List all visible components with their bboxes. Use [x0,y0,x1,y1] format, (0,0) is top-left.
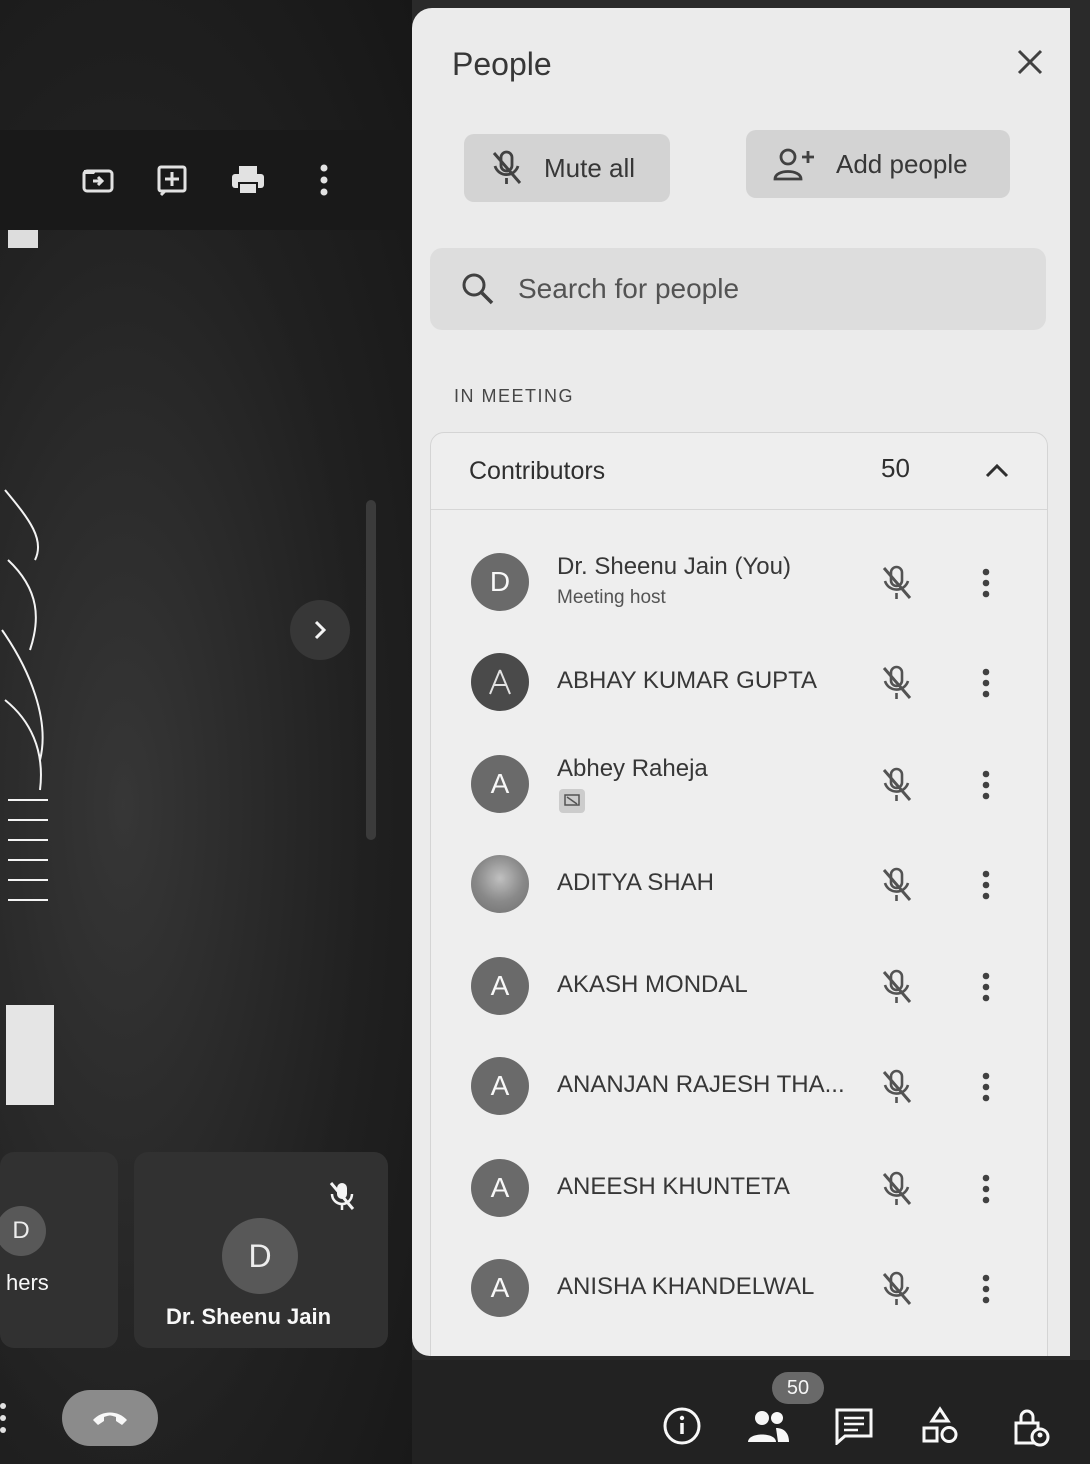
mic-off-icon [328,1180,356,1217]
list-item[interactable]: A ANEESH KHUNTETA [431,1139,1047,1239]
close-icon[interactable] [1010,42,1050,82]
avatar: A [471,1259,529,1317]
person-name: ANANJAN RAJESH THA... [557,1071,845,1098]
person-name: Dr. Sheenu Jain (You) [557,553,791,580]
list-item[interactable]: A ANISHA KHANDELWAL [431,1239,1047,1339]
stage-scrollbar[interactable] [366,500,376,840]
host-controls-icon[interactable] [1006,1402,1054,1450]
tile-name: hers [6,1270,49,1295]
list-item[interactable]: A AKASH MONDAL [431,937,1047,1037]
avatar: D [471,553,529,611]
more-options-icon[interactable] [0,1398,10,1438]
person-name: ANISHA KHANDELWAL [557,1273,815,1300]
add-to-board-icon[interactable] [150,160,194,200]
avatar: A [471,957,529,1015]
mic-off-icon [875,863,919,907]
person-name: ABHAY KUMAR GUPTA [557,667,818,694]
person-name: Abhey Raheja [557,755,708,782]
shared-drawing-lines [1,489,48,901]
leave-call-button[interactable] [62,1390,158,1446]
mute-all-button[interactable]: Mute all [464,134,670,202]
add-people-button[interactable]: Add people [746,130,1010,198]
person-name: ADITYA SHAH [557,869,714,896]
add-people-label: Add people [836,148,968,179]
mic-off-icon [490,149,524,187]
avatar: A [471,755,529,813]
person-role: Meeting host [557,587,666,608]
list-item[interactable]: D Dr. Sheenu Jain (You) Meeting host [431,533,1047,633]
group-count: 50 [881,453,910,483]
more-options-icon[interactable] [971,561,1001,605]
search-icon [460,271,496,307]
print-icon[interactable] [226,160,270,200]
more-options-icon[interactable] [971,661,1001,705]
mic-off-icon [875,1167,919,1211]
avatar: A [471,1057,529,1115]
tile-name: Dr. Sheenu Jain [166,1304,332,1329]
shared-content-edge-lower [6,1005,54,1105]
person-name: ANEESH KHUNTETA [557,1173,790,1200]
search-input[interactable] [516,272,1020,306]
list-item[interactable]: ADITYA SHAH [431,835,1047,935]
list-item[interactable]: A Abhey Raheja [431,735,1047,835]
contributors-group: Contributors 50 D Dr. Sheenu Jain (You) … [430,432,1048,1356]
mic-off-icon [875,965,919,1009]
mic-off-icon [875,661,919,705]
person-name: AKASH MONDAL [557,971,748,998]
people-panel: People Mute all Add people IN MEETING Co… [412,8,1070,1356]
participant-count-badge: 50 [772,1372,824,1404]
people-icon[interactable] [744,1402,792,1450]
add-person-icon [772,147,816,181]
more-options-icon[interactable] [971,1267,1001,1311]
info-icon[interactable] [658,1402,706,1450]
save-to-drive-icon[interactable] [76,160,120,200]
avatar [471,653,529,711]
chevron-up-icon[interactable] [977,451,1017,491]
group-title: Contributors [469,457,606,485]
more-options-icon[interactable] [302,160,346,200]
video-stage: D hers D Dr. Sheenu Jain [0,0,412,1464]
list-item[interactable]: A ANANJAN RAJESH THA... [431,1037,1047,1137]
section-label: IN MEETING [454,386,575,406]
more-options-icon[interactable] [971,965,1001,1009]
more-options-icon[interactable] [971,863,1001,907]
chat-icon[interactable] [830,1402,878,1450]
more-options-icon[interactable] [971,763,1001,807]
mic-off-icon [875,561,919,605]
mute-all-label: Mute all [544,152,636,183]
group-header[interactable]: Contributors 50 [431,433,1047,510]
stage-toolbar [0,130,412,230]
mic-off-icon [875,1065,919,1109]
avatar: A [471,1159,529,1217]
avatar-photo [471,855,529,913]
mic-off-icon [875,1267,919,1311]
more-options-icon[interactable] [971,1065,1001,1109]
mic-off-icon [875,763,919,807]
list-item[interactable]: ABHAY KUMAR GUPTA [431,633,1047,733]
avatar: D [0,1206,46,1256]
avatar-logo-icon [489,669,511,695]
next-page-button[interactable] [290,600,350,660]
presentation-icon [559,789,585,813]
search-field[interactable] [430,248,1046,330]
activities-icon[interactable] [916,1402,964,1450]
avatar: D [222,1218,298,1294]
panel-title: People [452,46,552,82]
participant-tile-self[interactable]: D Dr. Sheenu Jain [134,1152,388,1348]
more-options-icon[interactable] [971,1167,1001,1211]
participant-tile-others[interactable]: D hers [0,1152,118,1348]
